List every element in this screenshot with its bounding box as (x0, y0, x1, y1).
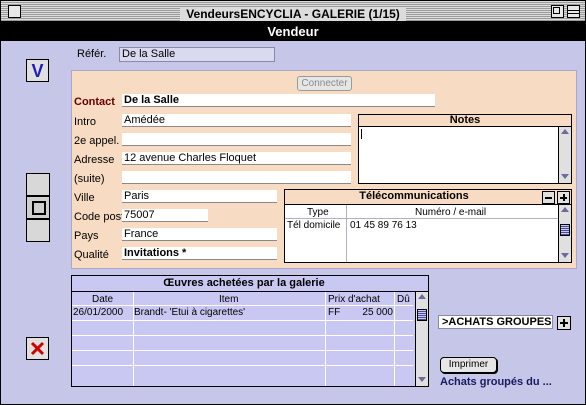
app-window: VendeursENCYCLIA - GALERIE (1/15) Vendeu… (0, 0, 586, 405)
address-field[interactable]: 12 avenue Charles Floquet (122, 152, 351, 165)
toggle-button[interactable] (26, 196, 50, 219)
contact-field[interactable]: De la Salle (122, 94, 435, 107)
page-header: Vendeur (1, 22, 585, 41)
svg-text:V: V (31, 61, 43, 81)
window-title: VendeursENCYCLIA - GALERIE (1/15) (180, 7, 406, 21)
telecom-title: Télécommunications (359, 190, 469, 202)
scroll-thumb[interactable] (560, 224, 570, 236)
address-suite-label: (suite) (74, 173, 105, 185)
city-label: Ville (74, 192, 95, 204)
telecom-remove-button[interactable] (542, 191, 555, 204)
notes-textarea[interactable] (360, 128, 557, 182)
artworks-row-date[interactable]: 26/01/2000 (73, 307, 123, 318)
city-field[interactable]: Paris (122, 190, 277, 203)
scroll-up-icon[interactable] (561, 129, 569, 134)
intro-field[interactable]: Amédée (122, 114, 351, 127)
second-call-label: 2e appel. (74, 135, 120, 147)
contact-label: Contact (74, 96, 115, 108)
artworks-col-item: Item (219, 294, 239, 305)
check-v-icon: V (31, 61, 43, 81)
telecom-col-number: Numéro / e-mail (415, 207, 487, 218)
group-purchases-add-button[interactable] (557, 316, 571, 330)
telecom-col-type: Type (307, 207, 329, 218)
quality-label: Qualité (74, 249, 109, 261)
artworks-scrollbar[interactable] (415, 292, 428, 386)
postcode-field[interactable]: 75007 (122, 209, 208, 222)
cancel-button[interactable] (26, 337, 49, 360)
artworks-row-item[interactable]: Brandt- 'Etui à cigarettes' (134, 307, 324, 318)
artworks-col-price: Prix d'achat (328, 294, 380, 305)
telecom-row-number[interactable]: 01 45 89 76 13 (350, 220, 417, 231)
previous-record-button[interactable] (26, 173, 50, 196)
scroll-up-icon[interactable] (561, 207, 569, 212)
postcode-label: Code post. (74, 211, 128, 223)
group-purchases-box[interactable]: >ACHATS GROUPES (438, 315, 553, 329)
country-label: Pays (74, 230, 99, 242)
x-cancel-icon (30, 341, 45, 356)
second-call-field[interactable] (122, 133, 351, 146)
quality-field[interactable]: Invitations * (122, 247, 277, 260)
notes-panel: Notes (358, 114, 572, 184)
scroll-down-icon[interactable] (418, 377, 426, 382)
scroll-down-icon[interactable] (561, 253, 569, 258)
address-suite-field[interactable] (122, 171, 351, 184)
artworks-col-due: Dû (397, 294, 410, 305)
print-button[interactable]: Imprimer (440, 357, 497, 373)
artworks-panel: Œuvres achetées par la galerie Date Item… (71, 275, 429, 387)
group-purchases-label: >ACHATS GROUPES (442, 316, 552, 328)
connect-button[interactable]: Connecter (297, 76, 352, 91)
telecom-panel: Télécommunications Type Numéro / e-mail … (284, 189, 572, 263)
notes-title: Notes (449, 114, 481, 126)
ref-field[interactable]: De la Salle (119, 47, 275, 62)
minus-icon (545, 197, 552, 199)
title-bar[interactable]: VendeursENCYCLIA - GALERIE (1/15) (1, 1, 585, 22)
intro-label: Intro (74, 116, 97, 128)
collapse-box-icon[interactable] (567, 5, 580, 18)
telecom-add-button[interactable] (557, 191, 570, 204)
telecom-scrollbar[interactable] (558, 205, 571, 262)
scroll-up-icon[interactable] (418, 294, 426, 299)
scroll-thumb[interactable] (417, 309, 427, 321)
zoom-box-icon[interactable] (551, 5, 564, 18)
artworks-title: Œuvres achetées par la galerie (163, 277, 325, 289)
artworks-row-currency[interactable]: FF (328, 307, 340, 318)
ref-label: Référ. (77, 48, 107, 60)
telecom-row-type[interactable]: Tél domicile (287, 220, 340, 231)
artworks-row-price[interactable]: 25 000 (353, 307, 393, 318)
validate-button[interactable]: V (26, 59, 49, 82)
next-record-button[interactable] (26, 219, 50, 242)
group-purchases-footer: Achats groupés du ... (440, 376, 552, 388)
notes-scrollbar[interactable] (558, 127, 571, 183)
country-field[interactable]: France (122, 228, 277, 241)
artworks-col-date: Date (92, 294, 114, 305)
scroll-down-icon[interactable] (561, 174, 569, 179)
address-label: Adresse (74, 154, 115, 166)
square-icon (32, 201, 46, 215)
